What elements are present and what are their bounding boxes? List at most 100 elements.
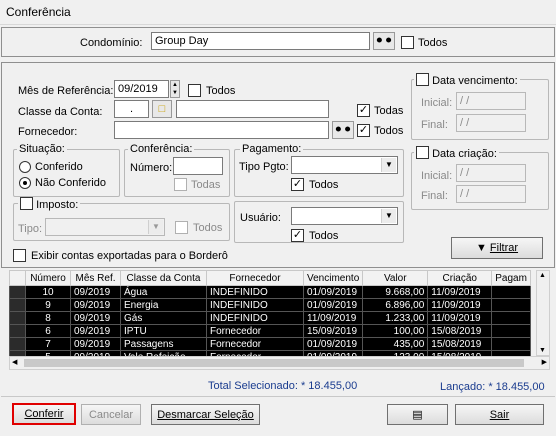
conferir-label: Conferir: [24, 408, 64, 420]
fornecedor-label: Fornecedor:: [18, 126, 78, 138]
cell-pagamento: [491, 285, 531, 299]
classe-conta-desc-input[interactable]: [176, 100, 329, 118]
scroll-up-icon[interactable]: ▲: [539, 272, 546, 279]
folder-icon[interactable]: □: [152, 100, 172, 118]
checkmark-icon: ✓: [292, 178, 303, 190]
imposto-todos-label: Todos: [193, 222, 223, 234]
conferencia-label: Conferência:: [128, 143, 195, 155]
condominio-search-button[interactable]: ⚫⚫: [373, 32, 395, 50]
header-valor[interactable]: Valor: [362, 270, 429, 286]
header-mes-ref[interactable]: Mês Ref.: [70, 270, 121, 286]
fornecedor-input[interactable]: [114, 121, 329, 139]
table-vertical-scrollbar[interactable]: ▲ ▼: [536, 270, 550, 356]
scroll-right-icon[interactable]: ▶: [542, 358, 547, 366]
pagamento-todos-checkbox[interactable]: ✓: [291, 178, 304, 191]
classe-conta-code-input[interactable]: .: [114, 100, 149, 118]
imposto-tipo-select[interactable]: ▼: [45, 218, 165, 236]
cell-pagamento: [491, 311, 531, 325]
tipo-pgto-label: Tipo Pgto:: [239, 161, 289, 173]
cell-pagamento: [491, 324, 531, 338]
filter-icon: ▼: [475, 242, 487, 254]
criacao-checkbox[interactable]: [416, 146, 429, 159]
usuario-select[interactable]: ▼: [291, 207, 398, 225]
classe-todas-checkbox[interactable]: ✓: [357, 104, 370, 117]
imposto-todos-checkbox[interactable]: [175, 221, 188, 234]
cell-criacao: 15/08/2019: [427, 324, 493, 338]
scroll-left-icon[interactable]: ◀: [12, 358, 17, 366]
table-row[interactable]: 9 09/2019 Energia INDEFINIDO 01/09/2019 …: [9, 298, 531, 312]
table-row[interactable]: 10 09/2019 Água INDEFINIDO 01/09/2019 9.…: [9, 285, 531, 299]
imposto-label: Imposto:: [36, 199, 79, 211]
table-row[interactable]: 7 09/2019 Passagens Fornecedor 01/09/201…: [9, 337, 531, 351]
filtrar-button[interactable]: ▼ Filtrar: [451, 237, 543, 259]
chevron-down-icon: ▼: [381, 209, 396, 223]
cell-numero: 7: [25, 337, 71, 351]
criacao-inicial-input[interactable]: / /: [456, 164, 526, 182]
cell-fornecedor: INDEFINIDO: [206, 285, 304, 299]
vencimento-checkbox[interactable]: [416, 73, 429, 86]
cell-mes-ref: 09/2019: [70, 298, 121, 312]
cell-criacao: 11/09/2019: [427, 285, 493, 299]
usuario-label: Usuário:: [240, 212, 281, 224]
cell-numero: 9: [25, 298, 71, 312]
mes-referencia-spinner[interactable]: ▲ ▼: [170, 80, 180, 98]
header-pagamento[interactable]: Pagam: [491, 270, 531, 286]
conferir-button[interactable]: Conferir: [12, 403, 76, 425]
sair-label: Sair: [489, 409, 510, 421]
checkmark-icon: ✓: [292, 229, 303, 241]
conferido-radio[interactable]: [19, 161, 31, 173]
tipo-pgto-select[interactable]: ▼: [291, 156, 398, 174]
exibir-checkbox[interactable]: [13, 249, 26, 262]
scroll-thumb[interactable]: [24, 359, 524, 367]
total-selecionado: Total Selecionado: * 18.455,00: [208, 380, 358, 392]
vencimento-inicial-input[interactable]: / /: [456, 92, 526, 110]
imposto-checkbox[interactable]: [20, 197, 33, 210]
sair-button[interactable]: Sair: [455, 404, 544, 425]
scroll-down-icon[interactable]: ▼: [539, 347, 546, 354]
filtrar-label: Filtrar: [489, 242, 519, 254]
cell-valor: 435,00: [362, 337, 429, 351]
desmarcar-button[interactable]: Desmarcar Seleção: [151, 404, 260, 425]
row-indicator: [9, 337, 26, 351]
cell-fornecedor: INDEFINIDO: [206, 311, 304, 325]
indicator-header: [9, 270, 26, 286]
classe-conta-label: Classe da Conta:: [18, 106, 103, 118]
nao-conferido-radio[interactable]: [19, 177, 31, 189]
situacao-group: [13, 149, 120, 197]
row-indicator: [9, 298, 26, 312]
header-numero[interactable]: Número: [25, 270, 71, 286]
conferencia-todas-checkbox[interactable]: [174, 178, 187, 191]
cell-mes-ref: 09/2019: [70, 311, 121, 325]
header-classe-conta[interactable]: Classe da Conta: [120, 270, 207, 286]
table-row[interactable]: 6 09/2019 IPTU Fornecedor 15/09/2019 100…: [9, 324, 531, 338]
cell-valor: 6.896,00: [362, 298, 429, 312]
header-vencimento[interactable]: Vencimento: [302, 270, 364, 286]
header-criacao[interactable]: Criação: [427, 270, 493, 286]
pagamento-label: Pagamento:: [240, 143, 304, 155]
cancelar-button[interactable]: Cancelar: [81, 404, 141, 425]
table-horizontal-scrollbar[interactable]: ◀ ▶: [9, 356, 550, 370]
cell-numero: 6: [25, 324, 71, 338]
fornecedor-search-button[interactable]: ⚫⚫: [332, 121, 354, 139]
cell-vencimento: 11/09/2019: [302, 311, 364, 325]
cell-vencimento: 01/09/2019: [302, 285, 364, 299]
condominio-todos-checkbox[interactable]: [401, 36, 414, 49]
classe-todas-label: Todas: [374, 105, 404, 117]
fornecedor-todos-checkbox[interactable]: ✓: [357, 124, 370, 137]
mes-todos-checkbox[interactable]: [188, 84, 201, 97]
numero-input[interactable]: [173, 157, 223, 175]
vencimento-final-input[interactable]: / /: [456, 114, 526, 132]
usuario-todos-checkbox[interactable]: ✓: [291, 229, 304, 242]
table-row[interactable]: 8 09/2019 Gás INDEFINIDO 11/09/2019 1.23…: [9, 311, 531, 325]
chevron-down-icon: ▼: [148, 220, 163, 234]
cancelar-label: Cancelar: [88, 409, 134, 421]
conferido-label: Conferido: [35, 161, 83, 173]
condominio-input[interactable]: Group Day: [151, 32, 370, 50]
criacao-final-input[interactable]: / /: [456, 185, 526, 203]
mes-referencia-input[interactable]: 09/2019: [114, 80, 169, 98]
header-fornecedor[interactable]: Fornecedor: [206, 270, 304, 286]
total-lancado: Lançado: * 18.455,00: [440, 381, 545, 393]
cell-fornecedor: INDEFINIDO: [206, 298, 304, 312]
contas-table[interactable]: Número Mês Ref. Classe da Conta Forneced…: [9, 270, 531, 364]
print-button[interactable]: ▤: [387, 404, 448, 425]
